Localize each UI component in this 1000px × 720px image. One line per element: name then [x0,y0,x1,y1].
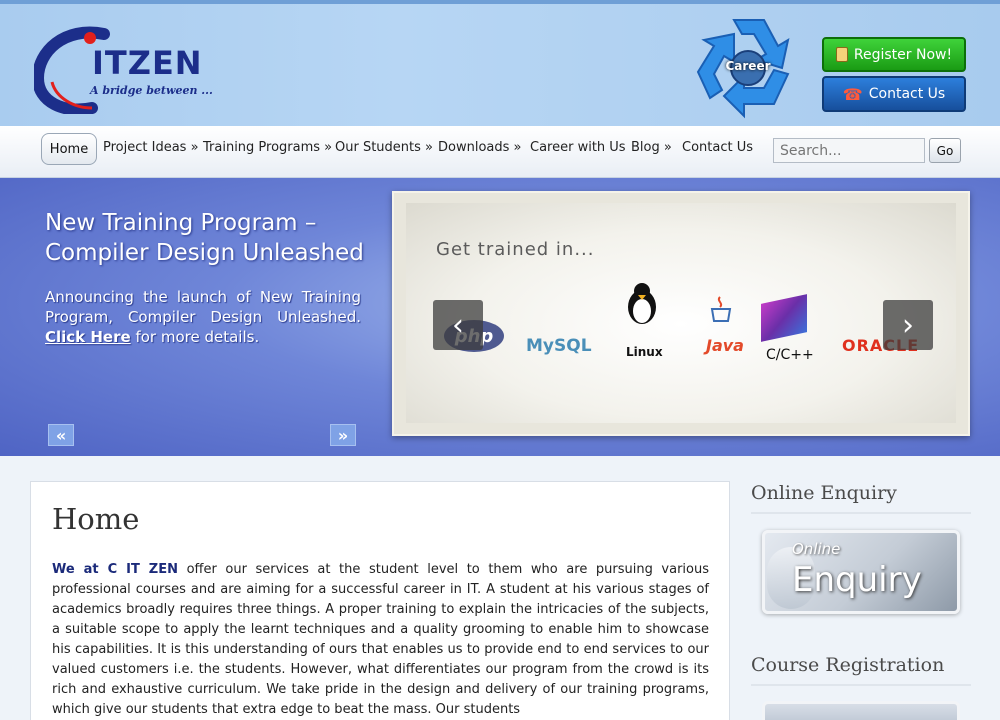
cpp-label: C/C++ [766,347,814,363]
site-logo[interactable]: ITZEN A bridge between ... [31,22,234,116]
banner-prev-button[interactable]: « [48,424,74,446]
page-body-text: offer our services at the student level … [52,562,710,717]
main-nav: Home Project Ideas » Training Programs »… [0,126,1000,178]
nav-item-contact-us[interactable]: Contact Us [682,140,753,155]
slideshow-frame: Get trained in... php MySQL Linux Java C… [392,191,970,436]
linux-label: Linux [626,345,663,359]
logo-text: ITZEN [92,44,203,82]
page-body: We at C IT ZEN offer our services at the… [52,560,709,720]
career-badge[interactable]: Career [694,12,804,120]
online-enquiry-banner[interactable]: Online Enquiry [762,530,960,614]
java-label: Java [706,336,744,355]
phone-icon: ☎ [842,84,863,104]
page-title: Home [52,502,140,536]
banner-click-here-link[interactable]: Click Here [45,328,131,346]
nav-item-career[interactable]: Career with Us [530,140,626,155]
slide-heading: Get trained in... [436,239,595,260]
banner-next-button[interactable]: » [330,424,356,446]
course-registration-title: Course Registration [751,654,945,676]
nav-item-training-programs[interactable]: Training Programs » [203,140,332,155]
company-name: We at C IT ZEN [52,562,178,577]
slide-next-arrow[interactable]: › [883,300,933,350]
main-content: Home We at C IT ZEN offer our services a… [30,481,730,720]
enquiry-small-label: Online [792,540,841,558]
cpp-cube-icon [761,294,807,342]
nav-item-home[interactable]: Home [41,133,97,165]
career-label: Career [725,59,771,73]
linux-penguin-icon [624,281,660,325]
enquiry-big-label: Enquiry [792,560,922,600]
register-now-button[interactable]: Register Now! [822,37,966,72]
banner-desc-after: for more details. [135,328,260,346]
slide-prev-arrow[interactable]: ‹ [433,300,483,350]
logo-tagline: A bridge between ... [90,84,213,97]
nav-item-downloads[interactable]: Downloads » [438,140,521,155]
sidebar-divider-2 [751,684,971,686]
site-header: ITZEN A bridge between ... Career Regist… [0,0,1000,126]
contact-us-header-button[interactable]: ☎ Contact Us [822,76,966,112]
slide-image: Get trained in... php MySQL Linux Java C… [406,203,956,423]
banner-title: New Training Program – Compiler Design U… [45,210,364,266]
nav-item-project-ideas[interactable]: Project Ideas » [103,140,199,155]
clipboard-icon [835,47,848,62]
register-now-label: Register Now! [853,46,953,63]
online-enquiry-title: Online Enquiry [751,482,897,504]
sidebar-divider [751,512,971,514]
search-input[interactable] [773,138,925,163]
banner-desc-text: Announcing the launch of New Training Pr… [45,288,361,326]
java-cup-icon [706,295,736,325]
mysql-logo: MySQL [526,336,592,356]
search-go-button[interactable]: Go [929,138,961,163]
course-registration-banner[interactable] [762,701,960,720]
hero-banner: New Training Program – Compiler Design U… [0,178,1000,456]
banner-description: Announcing the launch of New Training Pr… [45,287,361,347]
contact-us-label: Contact Us [868,86,946,102]
nav-item-blog[interactable]: Blog » [631,140,672,155]
nav-item-our-students[interactable]: Our Students » [335,140,433,155]
